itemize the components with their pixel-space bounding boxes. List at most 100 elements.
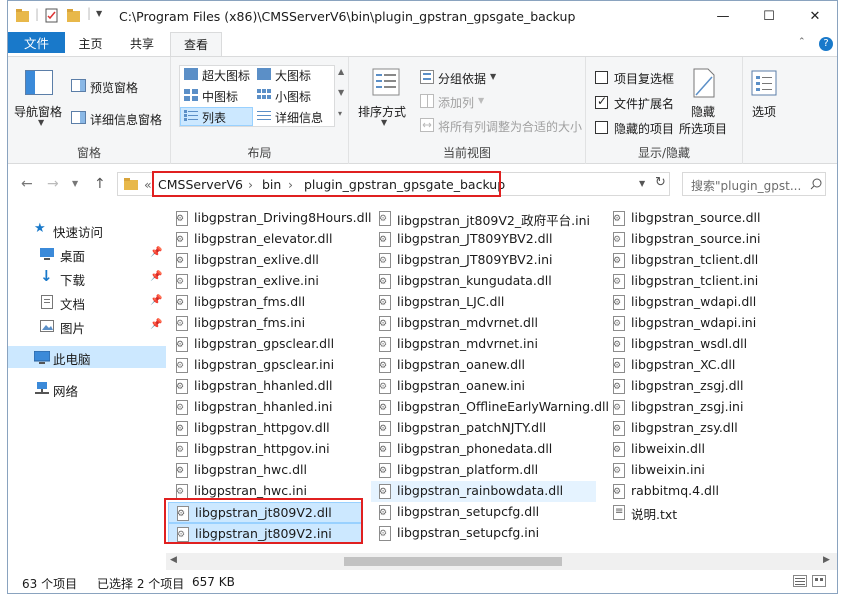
horizontal-scrollbar[interactable]: ◀ ▶ (166, 553, 837, 570)
refresh-icon[interactable]: ↻ (655, 175, 666, 190)
list-item[interactable]: libgpstran_JT809YBV2.ini (371, 250, 599, 271)
list-item[interactable]: libgpstran_phonedata.dll (371, 439, 599, 460)
list-item[interactable]: libgpstran_exlive.dll (168, 250, 363, 271)
list-item[interactable]: libgpstran_source.dll (605, 208, 805, 229)
list-item[interactable]: libgpstran_mdvrnet.ini (371, 334, 599, 355)
nav-pictures[interactable]: 图片 📌 (8, 315, 166, 337)
scroll-right-icon[interactable]: ▶ (823, 555, 830, 565)
nav-this-pc[interactable]: 此电脑 (8, 346, 166, 368)
group-by-button[interactable]: 分组依据 (438, 70, 486, 87)
list-item[interactable]: libgpstran_OfflineEarlyWarning.dll (371, 397, 609, 418)
up-arrow-icon[interactable]: ↑ (94, 176, 106, 192)
list-item[interactable]: libgpstran_oanew.ini (371, 376, 599, 397)
list-item[interactable]: libgpstran_fms.dll (168, 292, 363, 313)
file-extensions-checkbox[interactable] (595, 94, 608, 109)
list-item[interactable]: libgpstran_setupcfg.dll (371, 502, 599, 523)
list-item[interactable]: libgpstran_exlive.ini (168, 271, 363, 292)
list-item[interactable]: rabbitmq.4.dll (605, 481, 805, 502)
breadcrumb-overflow[interactable]: « (144, 177, 152, 192)
details-pane-button[interactable]: 详细信息窗格 (90, 111, 162, 128)
list-item[interactable]: libgpstran_zsgj.dll (605, 376, 805, 397)
expand-gallery-icon[interactable]: ▾ (338, 109, 342, 118)
tab-view[interactable]: 查看 (170, 32, 222, 57)
list-item[interactable]: libgpstran_elevator.dll (168, 229, 363, 250)
list-item[interactable]: libgpstran_Driving8Hours.dll (168, 208, 372, 229)
collapse-ribbon-icon[interactable]: ⌃ (798, 37, 806, 47)
list-item[interactable]: libgpstran_tclient.dll (605, 250, 805, 271)
list-item[interactable]: libgpstran_XC.dll (605, 355, 805, 376)
list-item[interactable]: libgpstran_patchNJTY.dll (371, 418, 599, 439)
list-item[interactable]: libgpstran_platform.dll (371, 460, 599, 481)
recent-locations-icon[interactable]: ▼ (72, 179, 78, 188)
list-item[interactable]: libgpstran_zsgj.ini (605, 397, 805, 418)
close-button[interactable]: ✕ (792, 1, 837, 32)
list-item[interactable]: libgpstran_fms.ini (168, 313, 363, 334)
list-item[interactable]: libgpstran_LJC.dll (371, 292, 599, 313)
tab-share[interactable]: 共享 (116, 32, 168, 56)
nav-quick-access[interactable]: ★ 快速访问 (8, 219, 166, 241)
chevron-down-icon[interactable]: ▼ (96, 9, 102, 25)
details-view-toggle-icon[interactable] (793, 575, 807, 587)
back-arrow-icon[interactable]: ← (21, 176, 33, 192)
list-item[interactable]: libgpstran_httpgov.dll (168, 418, 363, 439)
maximize-button[interactable]: ☐ (746, 1, 792, 32)
help-icon[interactable]: ? (819, 37, 833, 51)
pin-icon[interactable]: 📌 (150, 271, 162, 282)
list-item[interactable]: 说明.txt (605, 502, 805, 523)
scroll-down-icon[interactable]: ▼ (338, 88, 344, 97)
list-item[interactable]: libgpstran_hhanled.ini (168, 397, 363, 418)
list-item[interactable]: libgpstran_hwc.dll (168, 460, 363, 481)
list-item[interactable]: libgpstran_source.ini (605, 229, 805, 250)
search-input[interactable]: 搜索"plugin_gpst... (682, 172, 826, 196)
forward-arrow-icon[interactable]: → (47, 176, 59, 192)
tab-file[interactable]: 文件 (8, 32, 65, 53)
list-item[interactable]: libgpstran_tclient.ini (605, 271, 805, 292)
list-item[interactable]: libgpstran_httpgov.ini (168, 439, 363, 460)
chevron-down-icon[interactable]: ▼ (38, 118, 44, 127)
scroll-left-icon[interactable]: ◀ (170, 555, 177, 565)
list-item[interactable]: libweixin.dll (605, 439, 805, 460)
list-item[interactable]: libgpstran_setupcfg.ini (371, 523, 599, 544)
chevron-down-icon[interactable]: ▼ (490, 72, 496, 81)
details-option[interactable]: 详细信息 (275, 109, 323, 126)
scrollbar-thumb[interactable] (344, 557, 562, 566)
list-item[interactable]: libgpstran_wsdl.dll (605, 334, 805, 355)
hide-selected-button[interactable]: 隐藏 (691, 103, 715, 120)
address-dropdown-icon[interactable]: ▼ (639, 179, 645, 188)
preview-pane-button[interactable]: 预览窗格 (90, 79, 138, 96)
properties-icon[interactable] (45, 8, 59, 24)
list-item[interactable]: libgpstran_JT809YBV2.dll (371, 229, 599, 250)
list-item[interactable]: libgpstran_gpsclear.ini (168, 355, 363, 376)
list-item[interactable]: libgpstran_gpsclear.dll (168, 334, 363, 355)
options-button[interactable]: 选项 (752, 103, 776, 120)
pin-icon[interactable]: 📌 (150, 319, 162, 330)
nav-downloads[interactable]: ↓ 下载 📌 (8, 267, 166, 289)
list-item[interactable]: libgpstran_wdapi.ini (605, 313, 805, 334)
pin-icon[interactable]: 📌 (150, 295, 162, 306)
large-icons-toggle-icon[interactable] (812, 575, 826, 587)
pin-icon[interactable]: 📌 (150, 247, 162, 258)
list-item[interactable]: libgpstran_wdapi.dll (605, 292, 805, 313)
list-item[interactable]: libgpstran_kungudata.dll (371, 271, 599, 292)
tab-home[interactable]: 主页 (65, 32, 116, 56)
nav-documents[interactable]: 文档 📌 (8, 291, 166, 313)
chevron-down-icon[interactable]: ▼ (381, 118, 387, 127)
large-icons-option[interactable]: 大图标 (275, 67, 311, 84)
list-item[interactable]: libgpstran_oanew.dll (371, 355, 599, 376)
medium-icons-option[interactable]: 中图标 (202, 88, 238, 105)
list-item[interactable]: libgpstran_mdvrnet.dll (371, 313, 599, 334)
list-item-hovered[interactable]: libgpstran_rainbowdata.dll (371, 481, 596, 502)
new-folder-icon[interactable] (67, 8, 81, 24)
list-item[interactable]: libweixin.ini (605, 460, 805, 481)
list-item[interactable]: libgpstran_zsy.dll (605, 418, 805, 439)
hide-selected-button-line2[interactable]: 所选项目 (679, 120, 727, 137)
nav-network[interactable]: 网络 (8, 378, 166, 400)
size-all-columns-button[interactable]: 将所有列调整为合适的大小 (438, 118, 582, 135)
item-checkboxes-checkbox[interactable] (595, 71, 608, 84)
list-item[interactable]: libgpstran_hhanled.dll (168, 376, 363, 397)
extra-large-icons-option[interactable]: 超大图标 (202, 67, 250, 84)
small-icons-option[interactable]: 小图标 (275, 88, 311, 105)
add-columns-button[interactable]: 添加列 (438, 94, 474, 111)
list-item[interactable]: libgpstran_jt809V2_政府平台.ini (371, 208, 599, 229)
scroll-up-icon[interactable]: ▲ (338, 67, 344, 76)
